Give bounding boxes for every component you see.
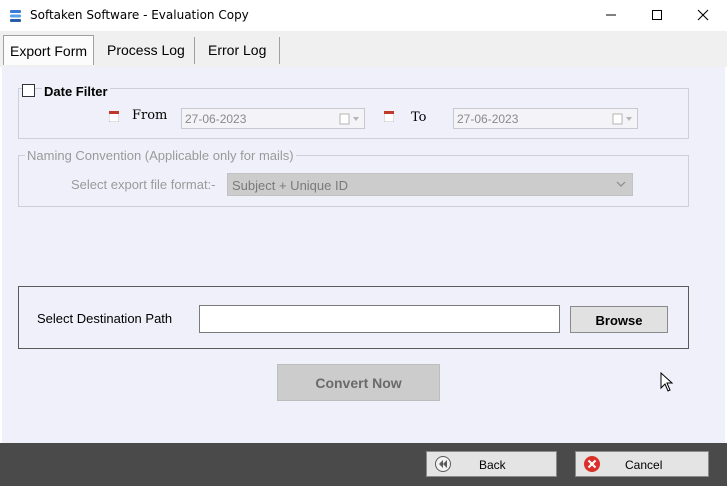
- maximize-icon: [652, 10, 662, 20]
- tab-label: Export Form: [10, 43, 88, 59]
- tab-label: Process Log: [107, 42, 185, 58]
- title-bar: Softaken Software - Evaluation Copy: [0, 0, 727, 32]
- destination-label: Select Destination Path: [37, 311, 173, 326]
- to-date-value: 27-06-2023: [457, 112, 519, 126]
- close-button[interactable]: [680, 0, 726, 31]
- tab-strip: Export Form Process Log Error Log: [0, 31, 727, 67]
- cancel-x-icon: [584, 456, 600, 472]
- cancel-button[interactable]: Cancel: [575, 451, 709, 477]
- to-label: To: [411, 110, 427, 125]
- export-format-label: Select export file format:-: [71, 177, 216, 192]
- convert-now-button[interactable]: Convert Now: [277, 364, 440, 401]
- calendar-icon: [109, 111, 119, 122]
- minimize-button[interactable]: [588, 0, 634, 31]
- calendar-icon: [384, 111, 394, 122]
- chevron-down-icon: [616, 181, 626, 187]
- export-format-value: Subject + Unique ID: [232, 178, 348, 193]
- from-label: From: [132, 108, 168, 123]
- mouse-cursor-icon: [660, 372, 674, 392]
- back-label: Back: [479, 458, 506, 472]
- tab-process-log[interactable]: Process Log: [97, 37, 195, 64]
- from-date-value: 27-06-2023: [185, 112, 247, 126]
- cancel-label: Cancel: [625, 458, 663, 472]
- back-arrow-icon: [435, 456, 451, 472]
- tab-error-log[interactable]: Error Log: [198, 37, 280, 64]
- browse-button[interactable]: Browse: [570, 306, 668, 333]
- date-filter-checkbox[interactable]: [22, 84, 35, 97]
- date-filter-label: Date Filter: [42, 84, 110, 99]
- destination-path-input[interactable]: [199, 305, 560, 333]
- export-format-select[interactable]: Subject + Unique ID: [227, 173, 633, 196]
- tab-export-form[interactable]: Export Form: [3, 35, 94, 65]
- minimize-icon: [606, 14, 616, 16]
- app-logo-icon: [10, 10, 21, 22]
- convert-now-label: Convert Now: [315, 375, 402, 391]
- naming-convention-label: Naming Convention (Applicable only for m…: [25, 148, 296, 163]
- from-date-picker[interactable]: 27-06-2023: [181, 108, 365, 129]
- close-icon: [697, 9, 709, 21]
- tab-label: Error Log: [208, 42, 267, 58]
- to-date-picker[interactable]: 27-06-2023: [453, 108, 638, 129]
- calendar-dropdown-icon: [339, 113, 359, 125]
- browse-label: Browse: [595, 313, 643, 328]
- window-title: Softaken Software - Evaluation Copy: [30, 8, 249, 22]
- calendar-dropdown-icon: [612, 113, 632, 125]
- maximize-button[interactable]: [634, 0, 680, 31]
- back-button[interactable]: Back: [426, 451, 557, 477]
